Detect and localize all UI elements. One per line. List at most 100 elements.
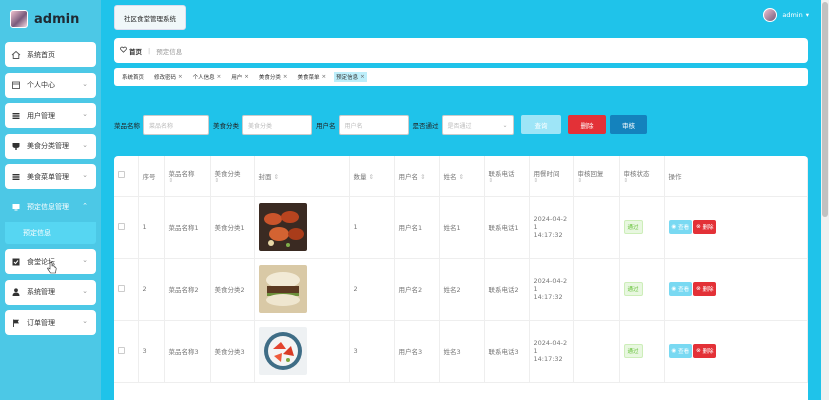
header-select-all[interactable] bbox=[114, 156, 139, 197]
row-select[interactable] bbox=[114, 258, 139, 321]
view-label: 查看 bbox=[678, 287, 690, 293]
sidebar-item-orders[interactable]: 订单管理 ⌄ bbox=[5, 310, 96, 335]
query-button[interactable]: 查询 bbox=[521, 115, 561, 134]
view-button[interactable]: ◉ 查看 bbox=[668, 344, 693, 358]
tab-reservation[interactable]: 预定信息 × bbox=[334, 72, 367, 82]
system-title-button[interactable]: 社区食堂管理系统 bbox=[114, 5, 186, 30]
chevron-down-icon: ⌄ bbox=[82, 317, 88, 325]
cell-audit-status: 通过 bbox=[619, 258, 665, 321]
row-select[interactable] bbox=[114, 196, 139, 259]
checkbox[interactable] bbox=[118, 222, 125, 230]
chevron-down-icon: ⌄ bbox=[82, 140, 88, 149]
meal-time-line: 2024-04-2 bbox=[533, 339, 568, 347]
user-menu[interactable]: admin ▾ bbox=[763, 8, 809, 22]
sort-icon[interactable]: ⇕ bbox=[534, 178, 569, 184]
tab-users[interactable]: 用户 × bbox=[229, 72, 251, 82]
approved-select[interactable]: 是否通过 ⌄ bbox=[441, 115, 514, 135]
checkbox[interactable] bbox=[118, 346, 125, 354]
column-header[interactable]: 用餐时间 ⇕ bbox=[529, 156, 574, 197]
close-icon[interactable]: × bbox=[360, 74, 365, 80]
sort-icon[interactable]: ⇕ bbox=[215, 178, 250, 184]
checkbox[interactable] bbox=[118, 171, 125, 179]
cell-index: 1 bbox=[138, 196, 165, 259]
breadcrumb-home[interactable]: 首页 bbox=[129, 46, 142, 56]
brand: admin bbox=[0, 0, 101, 38]
row-delete-button[interactable]: ⊗ 删除 bbox=[693, 282, 717, 296]
page-scrollbar[interactable] bbox=[821, 0, 829, 400]
column-header[interactable]: 审核回复 ⇕ bbox=[573, 156, 620, 197]
sidebar-item-label: 订单管理 bbox=[27, 318, 55, 327]
sidebar-item-profile[interactable]: 个人中心 ⌄ bbox=[5, 72, 96, 98]
sort-icon[interactable]: ⇕ bbox=[169, 178, 206, 184]
column-header[interactable]: 用户名 ⇕ bbox=[394, 156, 440, 197]
sidebar-item-food-menu[interactable]: 美食菜单管理 ⌄ bbox=[5, 164, 96, 189]
close-icon[interactable]: × bbox=[244, 74, 249, 80]
column-title: 菜品名称 bbox=[168, 169, 195, 178]
column-header[interactable]: 联系电话 ⇕ bbox=[484, 156, 530, 197]
view-button[interactable]: ◉ 查看 bbox=[668, 220, 693, 234]
close-icon[interactable]: × bbox=[217, 74, 222, 80]
eye-icon: ◉ bbox=[671, 348, 677, 354]
tab-home[interactable]: 系统首页 bbox=[120, 72, 146, 82]
sidebar-item-label: 美食菜单管理 bbox=[27, 172, 69, 181]
view-button[interactable]: ◉ 查看 bbox=[668, 282, 693, 296]
sidebar-item-system[interactable]: 系统管理 ⌄ bbox=[5, 279, 96, 305]
column-header[interactable]: 菜品名称 ⇕ bbox=[164, 156, 211, 197]
delete-button[interactable]: 删除 bbox=[568, 115, 606, 134]
flag-icon bbox=[11, 318, 21, 328]
checkbox[interactable] bbox=[118, 284, 125, 292]
close-icon[interactable]: × bbox=[178, 74, 183, 80]
tab-change-password[interactable]: 修改密码 × bbox=[152, 72, 185, 82]
sidebar-item-home[interactable]: 系统首页 bbox=[5, 42, 96, 67]
user-icon bbox=[11, 287, 21, 297]
dish-image bbox=[258, 203, 307, 251]
sort-icon[interactable]: ⇕ bbox=[369, 173, 374, 181]
column-header[interactable]: 审核状态 ⇕ bbox=[619, 156, 665, 197]
sidebar-item-food-category[interactable]: 美食分类管理 ⌄ bbox=[5, 133, 96, 159]
sort-icon[interactable]: ⇕ bbox=[624, 178, 660, 184]
sidebar-item-users[interactable]: 用户管理 ⌄ bbox=[5, 103, 96, 128]
sidebar-item-label: 系统管理 bbox=[27, 288, 55, 296]
cell-category: 美食分类2 bbox=[210, 258, 255, 321]
user-name: admin bbox=[782, 11, 803, 19]
sidebar-item-reservation[interactable]: 预定信息管理 ⌃ bbox=[5, 194, 96, 220]
tab-food-category[interactable]: 美食分类 × bbox=[257, 72, 290, 82]
close-icon[interactable]: × bbox=[283, 74, 288, 80]
sort-icon[interactable]: ⇕ bbox=[578, 178, 615, 184]
cell-quantity: 2 bbox=[349, 258, 395, 321]
tab-profile[interactable]: 个人信息 × bbox=[191, 72, 224, 82]
category-input[interactable]: 美食分类 bbox=[242, 115, 312, 135]
sort-icon[interactable]: ⇕ bbox=[274, 173, 279, 181]
column-header[interactable]: 姓名 ⇕ bbox=[439, 156, 485, 197]
cell-phone: 联系电话1 bbox=[484, 196, 530, 259]
username-input[interactable]: 用户名 bbox=[338, 115, 409, 135]
cell-index: 3 bbox=[138, 320, 165, 383]
column-header[interactable]: 数量 ⇕ bbox=[349, 156, 395, 197]
close-icon[interactable]: × bbox=[322, 74, 327, 80]
chevron-up-icon: ⌃ bbox=[82, 201, 88, 210]
cell-phone: 联系电话2 bbox=[484, 258, 530, 321]
column-title: 封面 bbox=[258, 172, 272, 181]
cell-username: 用户名3 bbox=[394, 320, 440, 383]
column-title: 用户名 bbox=[398, 172, 419, 181]
cell-cover bbox=[254, 196, 350, 259]
row-select[interactable] bbox=[114, 320, 139, 383]
tab-label: 修改密码 bbox=[154, 75, 177, 81]
column-title: 用餐时间 bbox=[533, 169, 560, 178]
column-header[interactable]: 美食分类 ⇕ bbox=[210, 156, 255, 197]
breadcrumb: 首页 | 预定信息 bbox=[114, 38, 808, 63]
sort-icon[interactable]: ⇕ bbox=[420, 173, 425, 181]
audit-button[interactable]: 审核 bbox=[610, 115, 647, 134]
chevron-down-icon: ⌄ bbox=[82, 110, 88, 118]
scrollbar-thumb[interactable] bbox=[822, 2, 828, 217]
sidebar-subitem-reservation-info[interactable]: 预定信息 bbox=[5, 222, 96, 244]
column-header[interactable]: 封面 ⇕ bbox=[254, 156, 350, 197]
row-delete-button[interactable]: ⊗ 删除 bbox=[693, 220, 717, 234]
tab-label: 系统首页 bbox=[122, 75, 145, 81]
dish-name-input[interactable]: 菜品名称 bbox=[143, 115, 209, 135]
cell-dish-name: 菜品名称3 bbox=[164, 320, 211, 383]
sort-icon[interactable]: ⇕ bbox=[459, 173, 464, 181]
row-delete-button[interactable]: ⊗ 删除 bbox=[693, 344, 717, 358]
tab-food-menu[interactable]: 美食菜单 × bbox=[296, 72, 329, 82]
sort-icon[interactable]: ⇕ bbox=[489, 178, 525, 184]
